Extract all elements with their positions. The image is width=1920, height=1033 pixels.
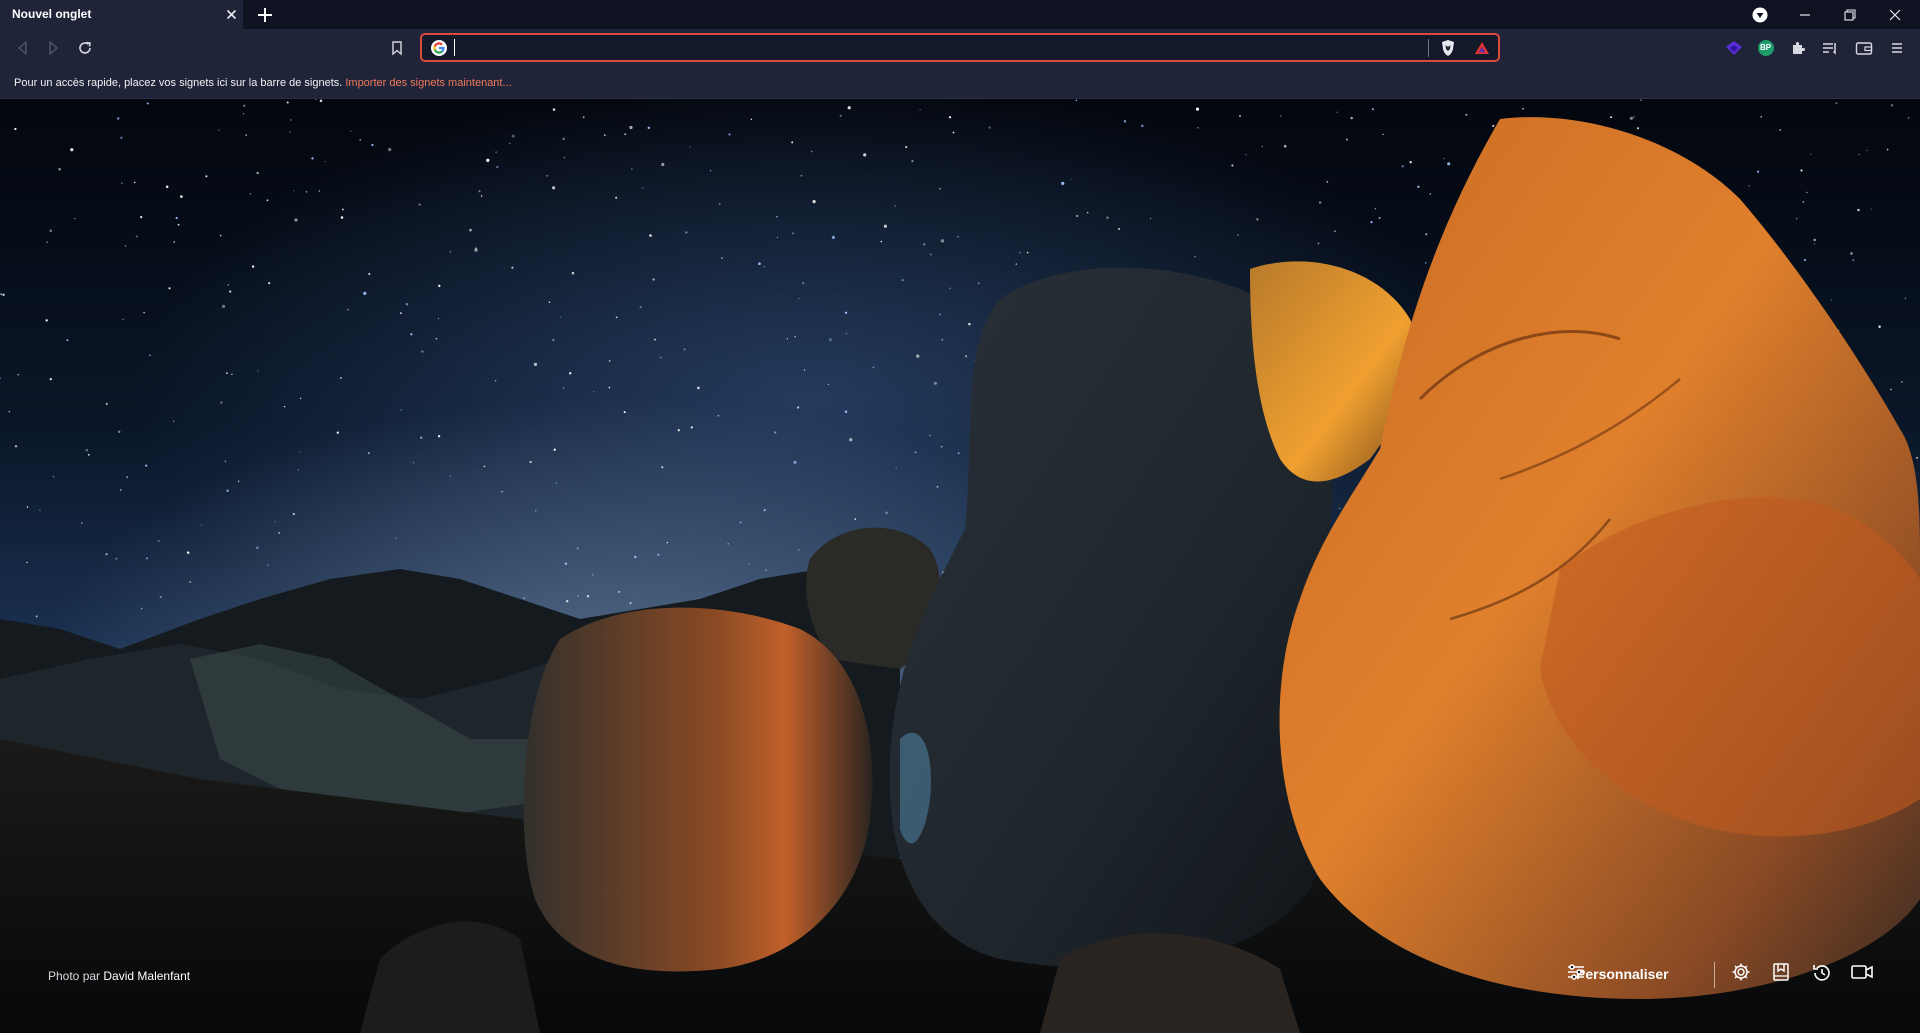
extension-puzzle-icon[interactable] [1788, 38, 1808, 58]
profile-badge-icon[interactable]: BP [1756, 38, 1776, 58]
bookmarks-bar: Pour un accès rapide, placez vos signets… [0, 68, 1920, 99]
new-tab-page: Photo par David Malenfant Personnaliser [0, 99, 1920, 1033]
bookmarks-empty-message: Pour un accès rapide, placez vos signets… [14, 77, 343, 89]
bookmark-icon[interactable] [387, 38, 407, 58]
tab-strip: Nouvel onglet [0, 0, 1920, 29]
address-bar[interactable] [420, 33, 1500, 62]
forward-icon[interactable] [43, 38, 63, 58]
video-camera-icon[interactable] [1850, 962, 1876, 986]
bookmarks-bar-message: Pour un accès rapide, placez vos signets… [14, 77, 512, 89]
customize-label: Personnaliser [1576, 966, 1669, 982]
address-bar-divider [1428, 39, 1429, 57]
window-close-icon[interactable] [1872, 0, 1918, 29]
google-g-icon [431, 40, 447, 56]
background-photo [0, 99, 1920, 1033]
toolbar: BP [0, 29, 1920, 68]
import-bookmarks-link[interactable]: Importer des signets maintenant... [345, 77, 511, 89]
browser-window: Nouvel onglet BP Pour un accès rapide, p… [0, 0, 1920, 1033]
boulder-left [523, 607, 873, 972]
menu-icon[interactable] [1887, 38, 1907, 58]
close-icon[interactable] [224, 7, 239, 22]
profile-badge-label: BP [1760, 43, 1772, 52]
gear-icon[interactable] [1731, 962, 1755, 986]
brave-shield-icon[interactable] [1438, 38, 1458, 58]
text-caret [454, 39, 455, 56]
photo-credit: Photo par David Malenfant [48, 969, 190, 983]
tab-new-tab[interactable]: Nouvel onglet [0, 0, 243, 29]
history-icon[interactable] [1811, 962, 1835, 986]
url-input[interactable] [454, 38, 1454, 58]
controls-divider [1714, 962, 1715, 988]
tab-title: Nouvel onglet [12, 7, 92, 21]
minimize-icon[interactable] [1782, 0, 1828, 29]
bookmarks-page-icon[interactable] [1771, 962, 1795, 986]
plus-icon[interactable] [255, 5, 275, 25]
reading-list-icon[interactable] [1820, 38, 1840, 58]
photo-credit-author[interactable]: David Malenfant [103, 969, 190, 983]
vpn-shield-icon[interactable] [1737, 0, 1783, 29]
new-tab-page-controls: Personnaliser [1560, 956, 1890, 992]
back-icon[interactable] [13, 38, 33, 58]
brave-rewards-icon[interactable] [1472, 38, 1492, 58]
restore-icon[interactable] [1827, 0, 1873, 29]
reload-icon[interactable] [75, 38, 95, 58]
customize-button[interactable]: Personnaliser [1566, 962, 1669, 986]
photo-credit-prefix: Photo par [48, 969, 101, 983]
wallet-icon[interactable] [1854, 38, 1874, 58]
vpn-extension-icon[interactable] [1724, 38, 1744, 58]
